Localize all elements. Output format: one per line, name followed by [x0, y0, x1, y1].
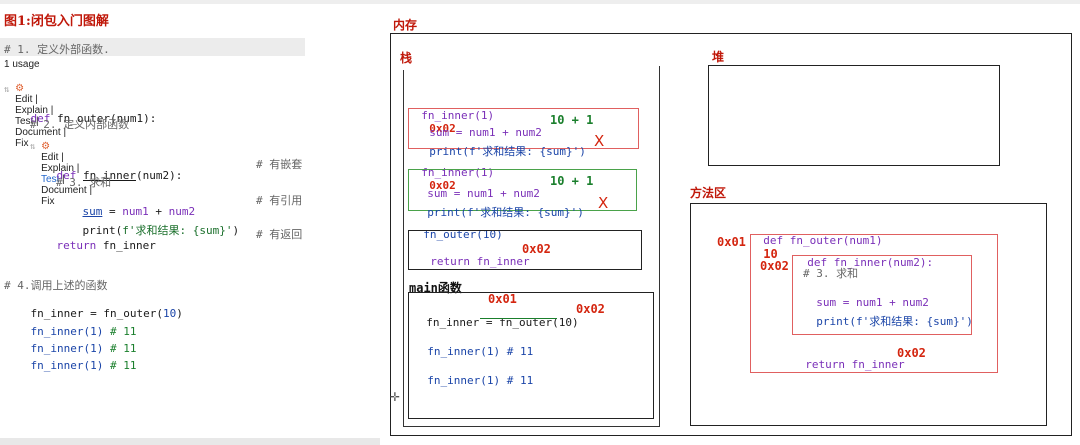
return-line: return fn_inner [56, 239, 156, 252]
ai-gear-icon: ⚙ [15, 83, 25, 94]
note-return: # 有返回 [256, 228, 303, 241]
stack-right-wall [659, 66, 660, 426]
figure-title: 图1:闭包入门图解 [4, 14, 109, 29]
frame2-destroyed-mark: X [598, 194, 609, 212]
gutter-icon: ⇅ [4, 85, 10, 95]
method-return: return fn_inner [805, 358, 905, 371]
heap-box [708, 65, 1000, 166]
lens-fix[interactable]: Fix [15, 138, 28, 149]
note-nested: # 有嵌套 [256, 158, 303, 171]
frame1-destroyed-mark: X [594, 132, 605, 150]
frame2-calc: 10 + 1 [550, 174, 594, 188]
gutter-icon: ⇅ [30, 142, 36, 152]
call-line-3: fn_inner(1) # 11 [30, 359, 137, 372]
frame1-calc: 10 + 1 [550, 113, 594, 127]
main-call-1: fn_inner(1) # 11 [427, 345, 534, 358]
comment-define-outer: # 1. 定义外部函数. [4, 43, 110, 56]
stack-left-wall [403, 70, 404, 426]
method-print: print(f'求和结果: {sum}') [816, 315, 973, 328]
frame3-return: return fn_inner [430, 255, 530, 268]
main-assign-underline [480, 318, 557, 319]
ai-gear-icon: ⚙ [41, 141, 51, 152]
stack-bottom [403, 426, 660, 427]
method-return-addr: 0x02 [897, 346, 926, 360]
memory-title: 内存 [393, 18, 418, 32]
frame3-addr: 0x02 [522, 242, 551, 256]
comment-call: # 4.调用上述的函数 [4, 279, 108, 292]
main-addr: 0x02 [576, 302, 605, 316]
heap-title: 堆 [712, 50, 725, 64]
method-addr1: 0x01 [717, 235, 746, 249]
comment-sum: # 3. 求和 [56, 176, 112, 189]
cursor-crosshair-icon: ✛ [390, 390, 401, 404]
top-strip [0, 0, 1080, 4]
editor-bottom-bar [0, 438, 380, 445]
stack-title: 栈 [400, 51, 413, 65]
note-reference: # 有引用 [256, 194, 303, 207]
method-comment: # 3. 求和 [803, 267, 859, 280]
main-call-2: fn_inner(1) # 11 [427, 374, 534, 387]
method-area-title: 方法区 [690, 186, 727, 200]
main-assign: fn_inner = fn_outer(10) [426, 316, 579, 329]
method-addr2: 0x02 [760, 259, 789, 273]
lens-fix[interactable]: Fix [41, 196, 54, 207]
usage-hint[interactable]: 1 usage [4, 59, 40, 70]
